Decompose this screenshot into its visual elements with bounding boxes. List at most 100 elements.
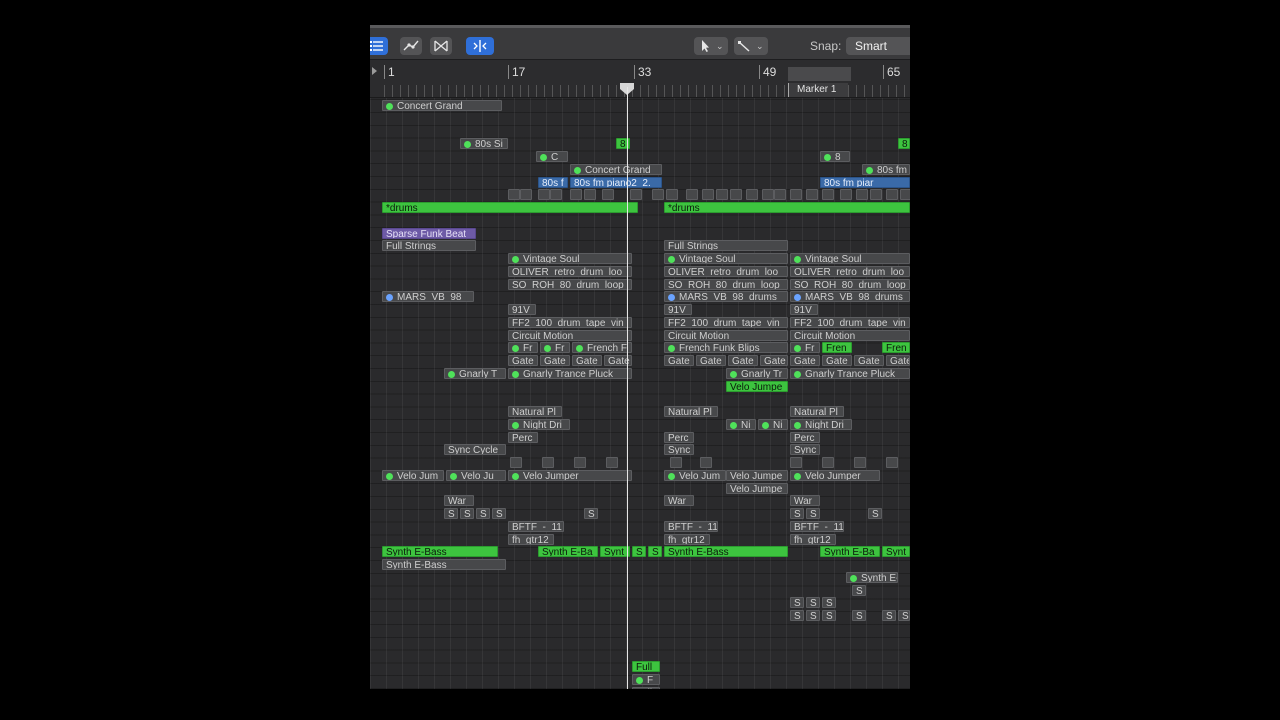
region[interactable]: Gnarly Tr bbox=[726, 367, 788, 379]
flex-button[interactable] bbox=[430, 37, 452, 55]
timeline-ruler[interactable]: 1 17 33 49 65 Marker 1 bbox=[370, 60, 910, 98]
region[interactable]: SO_ROH_80_drum_loop bbox=[790, 278, 910, 290]
region[interactable]: Velo Jumpe bbox=[726, 469, 788, 481]
region[interactable]: S bbox=[648, 546, 662, 558]
note-region[interactable] bbox=[716, 189, 728, 201]
region[interactable]: fh_gtr12 bbox=[664, 533, 710, 545]
region[interactable]: C bbox=[536, 151, 568, 162]
region[interactable]: Sync bbox=[790, 444, 820, 456]
tracks-area[interactable]: Concert Grand 80s Si 8 8 C 8 Concert Grand 80s … bbox=[370, 98, 910, 689]
note-region[interactable] bbox=[602, 189, 614, 201]
region[interactable]: French Funk Blips bbox=[664, 342, 788, 354]
note-region[interactable] bbox=[520, 189, 532, 201]
region[interactable]: War bbox=[444, 495, 474, 507]
pencil-tool-button[interactable]: ⌄ bbox=[734, 37, 768, 55]
region[interactable]: Synth E-Bass bbox=[664, 546, 788, 558]
region[interactable]: *drums bbox=[382, 202, 638, 213]
automation-button[interactable] bbox=[400, 37, 422, 55]
note-region[interactable] bbox=[652, 189, 664, 201]
note-region[interactable] bbox=[886, 189, 898, 201]
note-region[interactable] bbox=[730, 189, 742, 201]
region[interactable]: BFTF_-_11 bbox=[790, 520, 844, 532]
region[interactable]: S bbox=[476, 508, 490, 519]
region[interactable]: Sparse Funk Beat bbox=[382, 227, 476, 239]
region[interactable]: Full Strings bbox=[664, 240, 788, 252]
region[interactable]: S bbox=[882, 610, 896, 621]
region[interactable]: F bbox=[632, 673, 660, 685]
region[interactable]: Gate bbox=[886, 355, 910, 366]
snap-select[interactable]: Smart bbox=[846, 37, 910, 55]
region[interactable]: FF2_100_drum_tape_vin bbox=[664, 316, 788, 328]
region[interactable]: 8 bbox=[820, 151, 850, 162]
catch-playhead-button[interactable] bbox=[466, 37, 494, 55]
note-region[interactable] bbox=[822, 189, 834, 201]
region[interactable]: S bbox=[790, 508, 804, 519]
region[interactable]: Velo Jumper bbox=[508, 469, 632, 481]
region[interactable]: S bbox=[852, 610, 866, 621]
region[interactable]: S bbox=[790, 597, 804, 609]
region[interactable]: S bbox=[790, 610, 804, 621]
region[interactable]: S bbox=[806, 610, 820, 621]
note-region[interactable] bbox=[900, 189, 910, 201]
note-region[interactable] bbox=[538, 189, 550, 201]
region[interactable]: Concert Grand bbox=[382, 100, 502, 111]
region[interactable]: Sync bbox=[664, 444, 694, 456]
playhead[interactable] bbox=[627, 87, 628, 689]
region[interactable]: S bbox=[822, 610, 836, 621]
region[interactable]: OLIVER_retro_drum_loo bbox=[508, 265, 632, 277]
region[interactable]: Perc bbox=[664, 431, 694, 443]
note-region[interactable] bbox=[510, 457, 522, 468]
note-region[interactable] bbox=[762, 189, 774, 201]
region[interactable]: S bbox=[868, 508, 882, 519]
region[interactable]: Synth E- bbox=[846, 571, 898, 583]
note-region[interactable] bbox=[856, 189, 868, 201]
region[interactable]: Fr bbox=[790, 342, 820, 354]
region[interactable]: 80s fm p bbox=[862, 163, 910, 175]
region[interactable]: Gate bbox=[822, 355, 852, 366]
note-region[interactable] bbox=[774, 189, 786, 201]
region[interactable]: Gate bbox=[572, 355, 602, 366]
region[interactable]: Fr bbox=[540, 342, 570, 354]
region[interactable]: Gnarly T bbox=[444, 367, 506, 379]
region[interactable]: Gnarly Trance Pluck bbox=[790, 367, 910, 379]
region[interactable]: Full Strings bbox=[382, 240, 476, 252]
region[interactable]: MARS_VB_98_drums_ bbox=[664, 291, 788, 303]
region[interactable]: *drums bbox=[664, 202, 910, 213]
note-region[interactable] bbox=[508, 189, 520, 201]
note-region[interactable] bbox=[870, 189, 882, 201]
region[interactable]: 8 bbox=[898, 138, 910, 150]
region[interactable]: BFTF_-_11 bbox=[664, 520, 718, 532]
region[interactable]: Synth E-Ba bbox=[820, 546, 880, 558]
region[interactable]: Full bbox=[632, 686, 660, 689]
region[interactable]: Gate bbox=[508, 355, 538, 366]
note-region[interactable] bbox=[702, 189, 714, 201]
region[interactable]: Natural Pl bbox=[664, 406, 718, 417]
cycle-region[interactable] bbox=[788, 67, 851, 81]
region[interactable]: Perc bbox=[508, 431, 538, 443]
region[interactable]: Fr bbox=[508, 342, 538, 354]
note-region[interactable] bbox=[840, 189, 852, 201]
region[interactable]: Gate bbox=[760, 355, 788, 366]
region[interactable]: S bbox=[898, 610, 910, 621]
region[interactable]: Velo Ju bbox=[446, 469, 506, 481]
note-region[interactable] bbox=[630, 189, 642, 201]
region[interactable]: Sync Cycle bbox=[444, 444, 506, 456]
region[interactable]: Gate bbox=[728, 355, 758, 366]
region[interactable]: MARS_VB_98_ bbox=[382, 291, 474, 303]
region[interactable]: FF2_100_drum_tape_vin bbox=[790, 316, 910, 328]
note-region[interactable] bbox=[746, 189, 758, 201]
note-region[interactable] bbox=[822, 457, 834, 468]
region[interactable]: 91V_ bbox=[790, 304, 818, 315]
note-region[interactable] bbox=[550, 189, 562, 201]
region[interactable]: Circuit Motion bbox=[664, 329, 788, 341]
region[interactable]: Velo Jum bbox=[664, 469, 726, 481]
list-editors-button[interactable] bbox=[370, 37, 388, 55]
region[interactable]: 91V_ bbox=[508, 304, 536, 315]
region[interactable]: Gate bbox=[854, 355, 884, 366]
region[interactable]: Gnarly Trance Pluck bbox=[508, 367, 632, 379]
region[interactable]: Velo Jum bbox=[382, 469, 444, 481]
note-region[interactable] bbox=[606, 457, 618, 468]
region[interactable]: 91V_ bbox=[664, 304, 692, 315]
region[interactable]: Synth E-Bass bbox=[382, 546, 498, 558]
region[interactable]: S bbox=[806, 508, 820, 519]
